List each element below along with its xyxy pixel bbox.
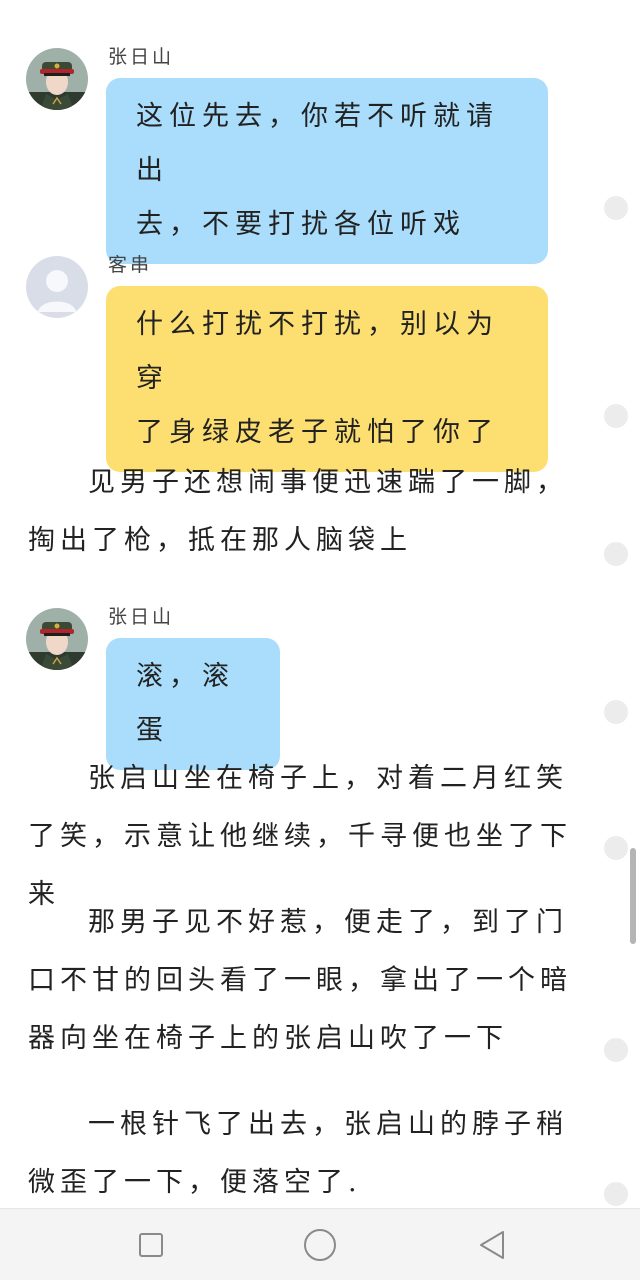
back-icon[interactable] — [470, 1223, 514, 1267]
comment-dot-icon[interactable] — [604, 404, 628, 428]
message-line: 这位先去，你若不听就请出 — [136, 101, 499, 186]
message-bubble[interactable]: 这位先去，你若不听就请出 去，不要打扰各位听戏 — [106, 78, 548, 264]
message-line: 滚，滚蛋 — [136, 661, 235, 746]
comment-dot-icon[interactable] — [604, 1038, 628, 1062]
home-icon[interactable] — [298, 1223, 342, 1267]
comment-dot-icon[interactable] — [604, 542, 628, 566]
comment-dot-icon[interactable] — [604, 1182, 628, 1206]
story-paragraph: 见男子还想闹事便迅速踹了一脚，掏出了枪，抵在那人脑袋上 — [28, 467, 568, 556]
story-paragraph: 那男子见不好惹，便走了，到了门口不甘的回头看了一眼，拿出了一个暗器向坐在椅子上的… — [28, 907, 572, 1054]
comment-dot-icon[interactable] — [604, 700, 628, 724]
navigation-bar — [0, 1208, 640, 1280]
speaker-name: 客串 — [108, 254, 153, 276]
story-paragraph: 一根针飞了出去，张启山的脖子稍微歪了一下，便落空了. — [28, 1109, 568, 1198]
comment-dot-icon[interactable] — [604, 836, 628, 860]
default-avatar-icon[interactable] — [26, 256, 88, 318]
speaker-name: 张日山 — [108, 46, 175, 68]
message-line: 了身绿皮老子就怕了你了 — [136, 417, 499, 448]
scrollbar[interactable] — [630, 848, 636, 944]
message-line: 去，不要打扰各位听戏 — [136, 209, 466, 240]
message-line: 什么打扰不打扰，别以为穿 — [136, 309, 499, 394]
message-bubble[interactable]: 什么打扰不打扰，别以为穿 了身绿皮老子就怕了你了 — [106, 286, 548, 472]
comment-dot-icon[interactable] — [604, 196, 628, 220]
soldier-avatar-icon[interactable] — [26, 48, 88, 110]
soldier-avatar-icon[interactable] — [26, 608, 88, 670]
chat-story-page: 张日山 这位先去，你若不听就请出 去，不要打扰各位听戏 客串 什么打扰不打扰，别… — [0, 0, 640, 1280]
recent-apps-icon[interactable] — [129, 1223, 173, 1267]
speaker-name: 张日山 — [108, 606, 175, 628]
